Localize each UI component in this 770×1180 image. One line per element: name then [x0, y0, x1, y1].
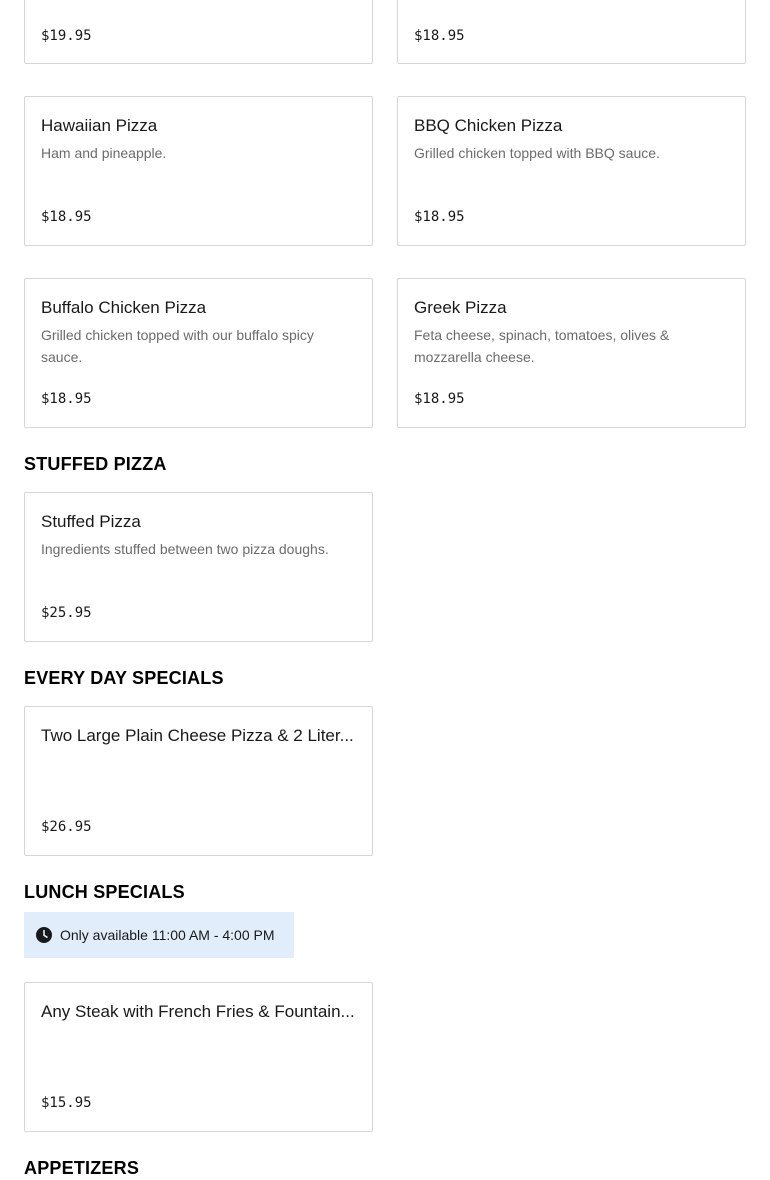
menu-item-card[interactable]: $18.95	[397, 0, 746, 64]
section-title-lunch-specials: LUNCH SPECIALS	[24, 882, 185, 902]
item-price: $25.95	[41, 605, 92, 621]
menu-page: $19.95 $18.95 Hawaiian Pizza Ham and pin…	[0, 0, 770, 1178]
item-name: Buffalo Chicken Pizza	[41, 298, 207, 317]
item-description: Grilled chicken topped with our buffalo …	[41, 327, 314, 365]
item-description: Ingredients stuffed between two pizza do…	[41, 541, 329, 557]
clock-icon	[36, 927, 52, 943]
availability-notice: Only available 11:00 AM - 4:00 PM	[24, 912, 294, 958]
item-name: Two Large Plain Cheese Pizza & 2 Liter..…	[41, 726, 354, 745]
item-price: $18.95	[414, 28, 465, 44]
item-price: $18.95	[414, 391, 465, 407]
menu-item-card[interactable]: Any Steak with French Fries & Fountain..…	[24, 982, 373, 1132]
item-price: $18.95	[41, 391, 92, 407]
item-name: Stuffed Pizza	[41, 512, 141, 531]
section-title-appetizers: APPETIZERS	[24, 1158, 140, 1178]
menu-item-card[interactable]: $19.95	[24, 0, 373, 64]
item-name: Any Steak with French Fries & Fountain..…	[41, 1002, 355, 1021]
section-title-every-day-specials: EVERY DAY SPECIALS	[24, 668, 224, 688]
item-price: $15.95	[41, 1095, 92, 1111]
item-price: $26.95	[41, 819, 92, 835]
item-description: Feta cheese, spinach, tomatoes, olives &…	[414, 327, 670, 365]
section-title-stuffed-pizza: STUFFED PIZZA	[24, 454, 167, 474]
menu-item-card[interactable]: Greek Pizza Feta cheese, spinach, tomato…	[397, 278, 746, 428]
item-name: BBQ Chicken Pizza	[414, 116, 563, 135]
menu-item-card[interactable]: Hawaiian Pizza Ham and pineapple. $18.95	[24, 96, 373, 246]
menu-item-card[interactable]: Two Large Plain Cheese Pizza & 2 Liter..…	[24, 706, 373, 856]
item-name: Hawaiian Pizza	[41, 116, 158, 135]
menu-item-card[interactable]: Buffalo Chicken Pizza Grilled chicken to…	[24, 278, 373, 428]
menu-item-card[interactable]: Stuffed Pizza Ingredients stuffed betwee…	[24, 492, 373, 642]
item-price: $18.95	[414, 209, 465, 225]
menu-item-card[interactable]: BBQ Chicken Pizza Grilled chicken topped…	[397, 96, 746, 246]
item-name: Greek Pizza	[414, 298, 507, 317]
item-description: Ham and pineapple.	[41, 145, 167, 161]
availability-text: Only available 11:00 AM - 4:00 PM	[60, 927, 275, 943]
item-price: $18.95	[41, 209, 92, 225]
item-price: $19.95	[41, 28, 92, 44]
item-description: Grilled chicken topped with BBQ sauce.	[414, 145, 660, 161]
